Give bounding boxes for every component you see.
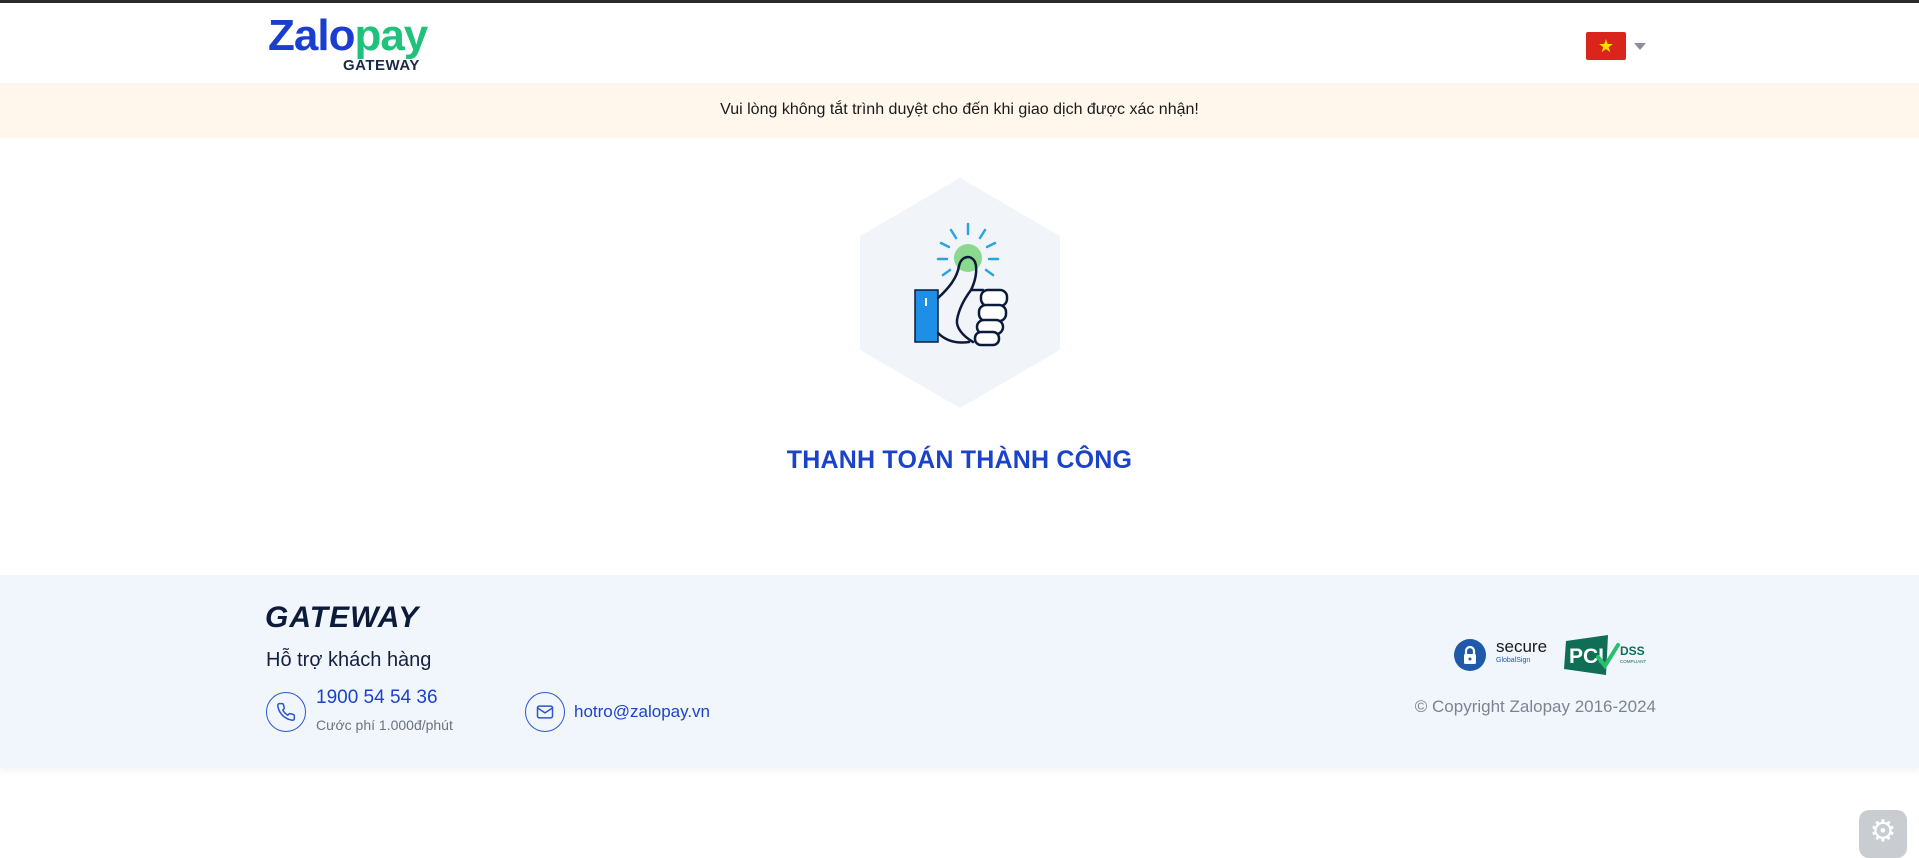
mail-icon[interactable] [525,692,565,732]
logo-gateway-label: GATEWAY [343,57,420,74]
header: Zalopay GATEWAY ★ [0,3,1919,83]
dss-text: DSS [1620,644,1645,658]
vietnam-flag-icon: ★ [1586,32,1626,60]
settings-button[interactable]: ⚙ [1859,810,1907,858]
chevron-down-icon [1634,43,1646,50]
phone-icon[interactable] [266,692,306,732]
logo-wordmark: Zalopay [268,11,428,60]
pci-dss-badge[interactable]: PCI DSS COMPLIANT [1564,635,1658,675]
support-phone-link[interactable]: 1900 54 54 36 [316,687,438,709]
zalopay-logo[interactable]: Zalopay GATEWAY [268,13,438,75]
badge-secure-text: secure [1496,637,1548,656]
compliant-text: COMPLIANT [1620,659,1647,664]
support-email-link[interactable]: hotro@zalopay.vn [574,702,710,722]
thumbs-up-icon [860,178,1060,408]
language-selector[interactable]: ★ [1586,30,1648,64]
support-heading: Hỗ trợ khách hàng [266,649,432,671]
warning-banner: Vui lòng không tắt trình duyệt cho đến k… [0,83,1919,138]
lock-icon [1454,639,1486,671]
footer: GATEWAY Hỗ trợ khách hàng 1900 54 54 36 … [0,575,1919,768]
copyright-text: © Copyright Zalopay 2016-2024 [1414,697,1656,716]
globalsign-badge[interactable]: secure GlobalSign [1452,635,1548,675]
payment-success-title: THANH TOÁN THÀNH CÔNG [786,446,1133,474]
badge-globalsign-text: GlobalSign [1496,657,1531,664]
footer-gateway-brand: GATEWAY [265,601,420,634]
phone-fee-text: Cước phí 1.000đ/phút [316,717,453,733]
security-badges: secure GlobalSign PCI DSS COMPLIANT [1452,635,1658,675]
banner-text: Vui lòng không tắt trình duyệt cho đến k… [720,101,1199,118]
